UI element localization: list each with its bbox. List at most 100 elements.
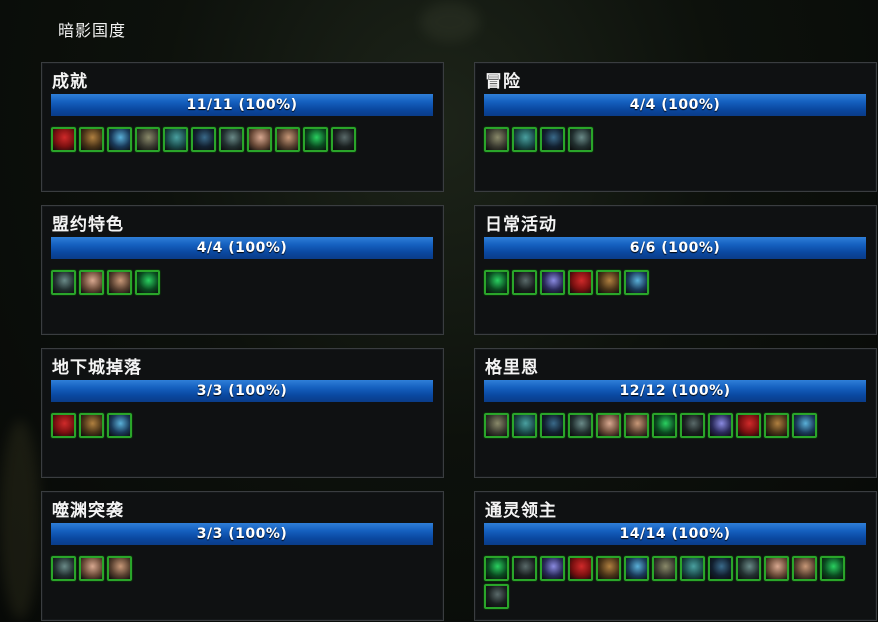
panel-maw-invasion: 噬渊突袭 3/3 (100%) <box>41 491 444 621</box>
brown-horse-icon[interactable] <box>484 270 509 295</box>
progress-bar: 4/4 (100%) <box>484 94 866 116</box>
panel-adventure: 冒险 4/4 (100%) <box>474 62 877 192</box>
white-wing-icon[interactable] <box>708 413 733 438</box>
moss-horse-icon[interactable] <box>568 556 593 581</box>
pale-wing-icon[interactable] <box>764 413 789 438</box>
progress-bar: 11/11 (100%) <box>51 94 433 116</box>
panel-necro-lords: 通灵领主 14/14 (100%) <box>474 491 877 621</box>
page-title: 暗影国度 <box>58 21 127 40</box>
mount-icon-list <box>51 556 436 581</box>
progress-bar: 14/14 (100%) <box>484 523 866 545</box>
bronze-gryphon-icon[interactable] <box>512 413 537 438</box>
dark-wing-icon[interactable] <box>512 270 537 295</box>
grey-moth-icon[interactable] <box>79 270 104 295</box>
panel-achievements: 成就 11/11 (100%) <box>41 62 444 192</box>
panel-title: 盟约特色 <box>52 215 124 235</box>
panel-title: 地下城掉落 <box>52 358 142 378</box>
green-egg-icon[interactable] <box>792 556 817 581</box>
rose-horse-icon[interactable] <box>680 556 705 581</box>
progress-text: 4/4 (100%) <box>196 240 288 256</box>
dark-raven-icon[interactable] <box>331 127 356 152</box>
panel-title: 噬渊突袭 <box>52 501 124 521</box>
panel-title: 成就 <box>52 72 88 92</box>
progress-bar: 4/4 (100%) <box>51 237 433 259</box>
mount-icon-list <box>484 556 869 609</box>
grey-horse-icon[interactable] <box>540 556 565 581</box>
teal-mount-icon[interactable] <box>163 127 188 152</box>
crimson-horse-icon[interactable] <box>540 127 565 152</box>
progress-bar: 3/3 (100%) <box>51 380 433 402</box>
progress-text: 14/14 (100%) <box>619 526 731 542</box>
mount-icon-list <box>484 270 869 295</box>
green-crystal-icon[interactable] <box>303 127 328 152</box>
stone-beast-icon[interactable] <box>135 127 160 152</box>
silver-wolf-icon[interactable] <box>51 270 76 295</box>
pink-egg-icon[interactable] <box>484 584 509 609</box>
panel-dungeon-drops: 地下城掉落 3/3 (100%) <box>41 348 444 478</box>
moss-beetle-icon[interactable] <box>51 413 76 438</box>
progress-bar: 12/12 (100%) <box>484 380 866 402</box>
shadow-beast-icon[interactable] <box>540 270 565 295</box>
progress-text: 11/11 (100%) <box>186 97 298 113</box>
panel-title: 格里恩 <box>485 358 539 378</box>
dark-hound-icon[interactable] <box>568 127 593 152</box>
progress-text: 4/4 (100%) <box>629 97 721 113</box>
peach-moth-icon-2[interactable] <box>275 127 300 152</box>
progress-bar: 6/6 (100%) <box>484 237 866 259</box>
yellow-egg-icon[interactable] <box>820 556 845 581</box>
panel-gorm: 格里恩 12/12 (100%) <box>474 348 877 478</box>
brown-horse-icon-2[interactable] <box>708 556 733 581</box>
panel-title: 通灵领主 <box>485 501 557 521</box>
progress-text: 3/3 (100%) <box>196 383 288 399</box>
background-blur <box>420 2 480 42</box>
gold-gryphon-icon[interactable] <box>624 413 649 438</box>
mount-icon-list <box>51 127 436 152</box>
white-wing-icon-2[interactable] <box>736 413 761 438</box>
white-serpent-icon[interactable] <box>107 270 132 295</box>
blue-wing-icon[interactable] <box>512 127 537 152</box>
purple-toad-icon[interactable] <box>568 270 593 295</box>
magenta-hound-icon[interactable] <box>596 270 621 295</box>
background-blur-left <box>0 420 40 620</box>
bronze-crest-icon[interactable] <box>79 127 104 152</box>
copper-gryphon-icon[interactable] <box>680 413 705 438</box>
dark-horse-icon[interactable] <box>624 556 649 581</box>
bronze-beetle-icon[interactable] <box>107 413 132 438</box>
panel-title: 日常活动 <box>485 215 557 235</box>
stone-wolf-icon[interactable] <box>624 270 649 295</box>
purple-beast-icon[interactable] <box>135 270 160 295</box>
dark-wolf-icon[interactable] <box>191 127 216 152</box>
steel-gryphon-icon[interactable] <box>484 413 509 438</box>
progress-text: 6/6 (100%) <box>629 240 721 256</box>
blue-moth-icon[interactable] <box>484 127 509 152</box>
sand-gryphon-icon[interactable] <box>596 413 621 438</box>
spiked-beast-icon[interactable] <box>219 127 244 152</box>
mount-icon-list <box>51 270 436 295</box>
bone-horse-icon[interactable] <box>484 556 509 581</box>
gold-egg-icon[interactable] <box>764 556 789 581</box>
teal-horse-icon[interactable] <box>596 556 621 581</box>
progress-bar: 3/3 (100%) <box>51 523 433 545</box>
gear-beetle-icon[interactable] <box>79 413 104 438</box>
mount-icon-list <box>484 127 869 152</box>
panel-daily: 日常活动 6/6 (100%) <box>474 205 877 335</box>
panel-title: 冒险 <box>485 72 521 92</box>
frost-mount-icon[interactable] <box>107 127 132 152</box>
mount-icon-list <box>51 413 436 438</box>
rust-hound-icon[interactable] <box>51 556 76 581</box>
green-spider-icon[interactable] <box>107 556 132 581</box>
dark-gryphon-icon[interactable] <box>652 413 677 438</box>
olive-horse-icon[interactable] <box>512 556 537 581</box>
panel-covenant: 盟约特色 4/4 (100%) <box>41 205 444 335</box>
tan-gryphon-icon[interactable] <box>568 413 593 438</box>
peach-moth-icon[interactable] <box>247 127 272 152</box>
progress-text: 12/12 (100%) <box>619 383 731 399</box>
amber-gryphon-icon[interactable] <box>540 413 565 438</box>
progress-text: 3/3 (100%) <box>196 526 288 542</box>
blue-bird-icon[interactable] <box>79 556 104 581</box>
crimson-beast-icon[interactable] <box>51 127 76 152</box>
mount-icon-list <box>484 413 869 438</box>
slate-horse-icon[interactable] <box>652 556 677 581</box>
red-horse-icon[interactable] <box>736 556 761 581</box>
dark-steed-icon[interactable] <box>792 413 817 438</box>
